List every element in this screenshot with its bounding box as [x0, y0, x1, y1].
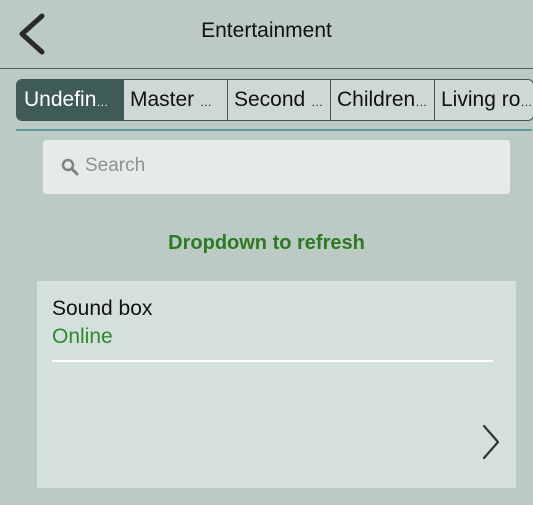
tab-living-room[interactable]: Living ro… — [434, 80, 533, 120]
chevron-right-icon[interactable] — [480, 422, 502, 462]
tab-master[interactable]: Master … — [123, 80, 227, 120]
header-bar: Entertainment — [0, 0, 533, 69]
tab-label: Living ro — [441, 88, 521, 111]
device-card[interactable]: Sound box Online — [37, 281, 516, 488]
page-title: Entertainment — [201, 19, 332, 42]
tab-label: Undefin — [24, 88, 97, 111]
tab-undefined[interactable]: Undefin… — [17, 80, 123, 120]
search-icon — [61, 158, 79, 176]
tab-ellipsis: … — [415, 95, 428, 109]
tab-children[interactable]: Children… — [330, 80, 434, 120]
tab-label: Second — [234, 88, 312, 111]
app-screen: Entertainment Undefin… Master … Second …… — [0, 0, 533, 513]
tab-underline — [16, 129, 532, 131]
tab-label: Master — [130, 88, 201, 111]
device-name: Sound box — [52, 297, 153, 320]
search-input[interactable]: Search — [43, 140, 510, 194]
tab-ellipsis: … — [200, 95, 213, 109]
main-panel: Entertainment Undefin… Master … Second …… — [0, 0, 533, 505]
search-placeholder: Search — [85, 155, 146, 176]
tab-ellipsis: … — [520, 95, 533, 109]
device-status: Online — [52, 325, 113, 348]
tab-ellipsis: … — [96, 95, 109, 109]
card-divider — [52, 360, 493, 362]
tab-ellipsis: … — [311, 95, 324, 109]
refresh-hint: Dropdown to refresh — [168, 232, 365, 254]
tab-second[interactable]: Second … — [227, 80, 330, 120]
tab-label: Children — [337, 88, 416, 111]
room-tabs: Undefin… Master … Second … Children… Liv… — [16, 79, 533, 121]
